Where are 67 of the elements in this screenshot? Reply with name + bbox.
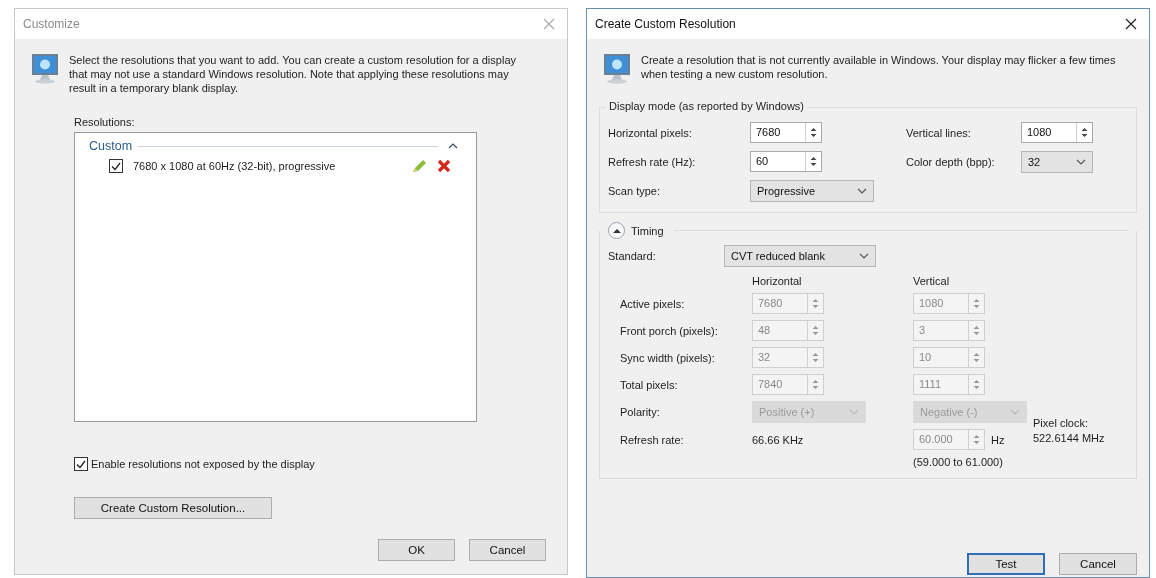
- spin-arrows-icon: [812, 379, 819, 390]
- checkbox[interactable]: [109, 159, 123, 173]
- field-label: Horizontal pixels:: [608, 126, 693, 139]
- field-label: Pixel clock:: [1033, 417, 1090, 429]
- dialog-button[interactable]: Test: [967, 553, 1045, 575]
- monitor-icon: [31, 53, 59, 85]
- close-icon: [543, 18, 555, 30]
- value-text: 522.6144 MHz: [1033, 432, 1106, 444]
- range-text: (59.000 to 61.000): [913, 456, 1004, 468]
- number-spinner[interactable]: 60: [750, 151, 822, 172]
- value-text: 66.66 KHz: [752, 433, 805, 446]
- window-title: Customize: [23, 17, 80, 31]
- create-custom-resolution-button[interactable]: Create Custom Resolution...: [74, 497, 272, 519]
- dialog-button[interactable]: Cancel: [469, 539, 546, 561]
- group-header: Custom: [89, 139, 133, 153]
- field-label: Scan type:: [608, 185, 661, 197]
- group-title: Display mode (as reported by Windows): [606, 100, 808, 112]
- spin-arrows-icon: [812, 298, 819, 309]
- spin-arrows-icon: [1081, 127, 1088, 138]
- description-text: Select the resolutions that you want to add. You can create a custom resolution for a display that may not use a standard Windows resolution. Note that applying these resolutions may result in a temporary blank display.: [69, 53, 517, 95]
- dropdown[interactable]: CVT reduced blank: [724, 245, 876, 267]
- dropdown-caret-icon: [857, 188, 867, 194]
- field-label: Refresh rate:: [620, 433, 685, 446]
- delete-icon[interactable]: [437, 159, 451, 173]
- number-spinner[interactable]: 1080: [1021, 122, 1093, 143]
- unit-label: Hz: [991, 433, 1005, 446]
- chevron-icon: [448, 143, 458, 149]
- section-title: Timing: [631, 224, 664, 237]
- field-label: Refresh rate (Hz):: [608, 155, 697, 168]
- description-text: Create a resolution that is not currently available in Windows. Your display may flicker a few times when testing a new custom resolution.: [641, 53, 1117, 81]
- number-spinner[interactable]: 7680: [750, 122, 822, 143]
- resolutions-label: Resolutions:: [74, 116, 135, 128]
- close-icon: [1125, 18, 1137, 30]
- window-title: Create Custom Resolution: [595, 17, 736, 31]
- expand-button[interactable]: [608, 222, 625, 239]
- dropdown-caret-icon: [1076, 159, 1086, 165]
- dialog-button[interactable]: OK: [378, 539, 455, 561]
- field-label: Color depth (bpp):: [906, 156, 996, 168]
- checkbox-label[interactable]: Enable resolutions not exposed by the display: [91, 458, 315, 470]
- dropdown[interactable]: Progressive: [750, 180, 874, 202]
- checkbox[interactable]: [74, 457, 88, 471]
- dropdown[interactable]: 32: [1021, 151, 1093, 173]
- spin-arrows-icon: [973, 325, 980, 336]
- spin-arrows-icon: [973, 352, 980, 363]
- field-label: Front porch (pixels):: [620, 324, 719, 337]
- spin-arrows-icon: [973, 434, 980, 445]
- field-label: Vertical lines:: [906, 126, 972, 139]
- field-label: Polarity:: [620, 406, 661, 418]
- column-header: Horizontal: [752, 275, 803, 287]
- field-label: Total pixels:: [620, 378, 679, 391]
- spin-arrows-icon: [812, 352, 819, 363]
- dropdown-caret-icon: [1010, 409, 1020, 415]
- spin-arrows-icon: [810, 127, 817, 138]
- monitor-icon: [603, 53, 631, 85]
- field-label: Standard:: [608, 250, 657, 262]
- triangle-icon: [612, 227, 621, 234]
- field-label: Sync width (pixels):: [620, 351, 716, 364]
- field-label: Active pixels:: [620, 297, 686, 310]
- dropdown-caret-icon: [849, 409, 859, 415]
- column-header: Vertical: [913, 275, 951, 287]
- spin-arrows-icon: [973, 298, 980, 309]
- spin-arrows-icon: [973, 379, 980, 390]
- spin-arrows-icon: [812, 325, 819, 336]
- resolution-item[interactable]: 7680 x 1080 at 60Hz (32-bit), progressive: [133, 160, 401, 172]
- dropdown-caret-icon: [859, 253, 869, 259]
- dialog-button[interactable]: Cancel: [1059, 553, 1137, 575]
- spin-arrows-icon: [810, 156, 817, 167]
